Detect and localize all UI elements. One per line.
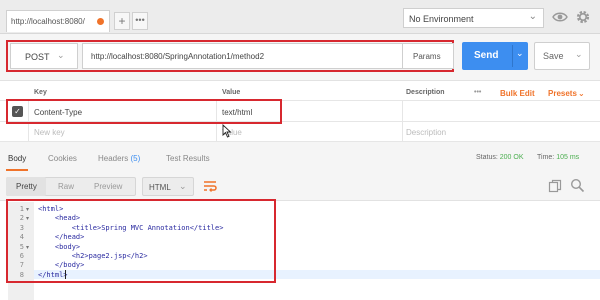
description-column-header: Description	[406, 89, 445, 96]
url-input[interactable]: http://localhost:8080/SpringAnnotation1/…	[82, 43, 454, 69]
chevron-down-icon: ⌄	[575, 49, 583, 59]
tab-body[interactable]: Body	[8, 154, 26, 163]
environment-select[interactable]: No Environment ⌄	[403, 8, 544, 28]
response-body-highlight	[6, 199, 276, 283]
params-label: Params	[413, 52, 441, 61]
format-select[interactable]: HTML ⌄	[142, 177, 194, 196]
send-divider	[512, 45, 513, 67]
column-divider	[402, 100, 403, 142]
time-readout: Time: 105 ms	[537, 154, 579, 161]
params-button[interactable]: Params	[402, 43, 454, 69]
tab-headers[interactable]: Headers (5)	[98, 154, 140, 163]
copy-icon[interactable]	[548, 179, 562, 193]
active-tab-indicator	[6, 169, 28, 171]
header-row-new	[0, 122, 600, 142]
value-column-header: Value	[222, 89, 241, 96]
time-value: 105 ms	[556, 154, 580, 161]
method-label: POST	[25, 52, 50, 62]
more-options-button[interactable]: •••	[474, 89, 481, 96]
chevron-down-icon: ⌄	[57, 50, 65, 60]
bulk-edit-button[interactable]: Bulk Edit	[500, 89, 535, 98]
new-tab-button[interactable]: +	[114, 12, 130, 30]
header-row-highlight	[6, 99, 282, 124]
request-tab[interactable]: http://localhost:8080/	[6, 10, 110, 32]
more-tabs-button[interactable]: •••	[132, 12, 148, 30]
status-readout: Status: 200 OK	[476, 154, 524, 161]
preview-button[interactable]: Preview	[94, 182, 122, 191]
mouse-cursor-icon	[222, 124, 232, 138]
send-label: Send	[474, 50, 499, 61]
send-button[interactable]: Send ⌄	[462, 42, 528, 70]
request-tab-title: http://localhost:8080/	[11, 17, 85, 26]
new-description-input[interactable]: Description	[406, 128, 446, 137]
new-key-input[interactable]: New key	[34, 128, 65, 137]
url-value: http://localhost:8080/SpringAnnotation1/…	[91, 52, 265, 61]
tab-cookies[interactable]: Cookies	[48, 154, 77, 163]
status-value: 200 OK	[499, 154, 524, 161]
tab-headers-label: Headers	[98, 154, 129, 163]
time-label: Time:	[537, 154, 555, 161]
chevron-down-icon: ⌄	[179, 181, 187, 191]
format-label: HTML	[149, 183, 171, 192]
chevron-down-icon: ⌄	[578, 89, 585, 98]
key-column-header: Key	[34, 89, 47, 96]
status-label: Status:	[476, 154, 498, 161]
headers-count: (5)	[130, 154, 141, 163]
pretty-button[interactable]: Pretty	[16, 182, 37, 191]
chevron-down-icon: ⌄	[528, 11, 537, 22]
search-icon[interactable]	[570, 178, 585, 193]
gear-icon[interactable]	[575, 9, 591, 25]
chevron-down-icon[interactable]: ⌄	[516, 48, 524, 59]
tab-test-results[interactable]: Test Results	[166, 154, 210, 163]
presets-button[interactable]: Presets	[548, 89, 577, 98]
wrap-text-icon[interactable]	[202, 179, 218, 193]
save-button[interactable]: Save ⌄	[534, 42, 590, 70]
save-label: Save	[543, 51, 564, 61]
method-select[interactable]: POST ⌄	[10, 43, 78, 69]
environment-label: No Environment	[409, 14, 474, 24]
raw-button[interactable]: Raw	[58, 182, 74, 191]
eye-icon[interactable]	[552, 10, 568, 24]
unsaved-dot-icon	[97, 18, 104, 25]
